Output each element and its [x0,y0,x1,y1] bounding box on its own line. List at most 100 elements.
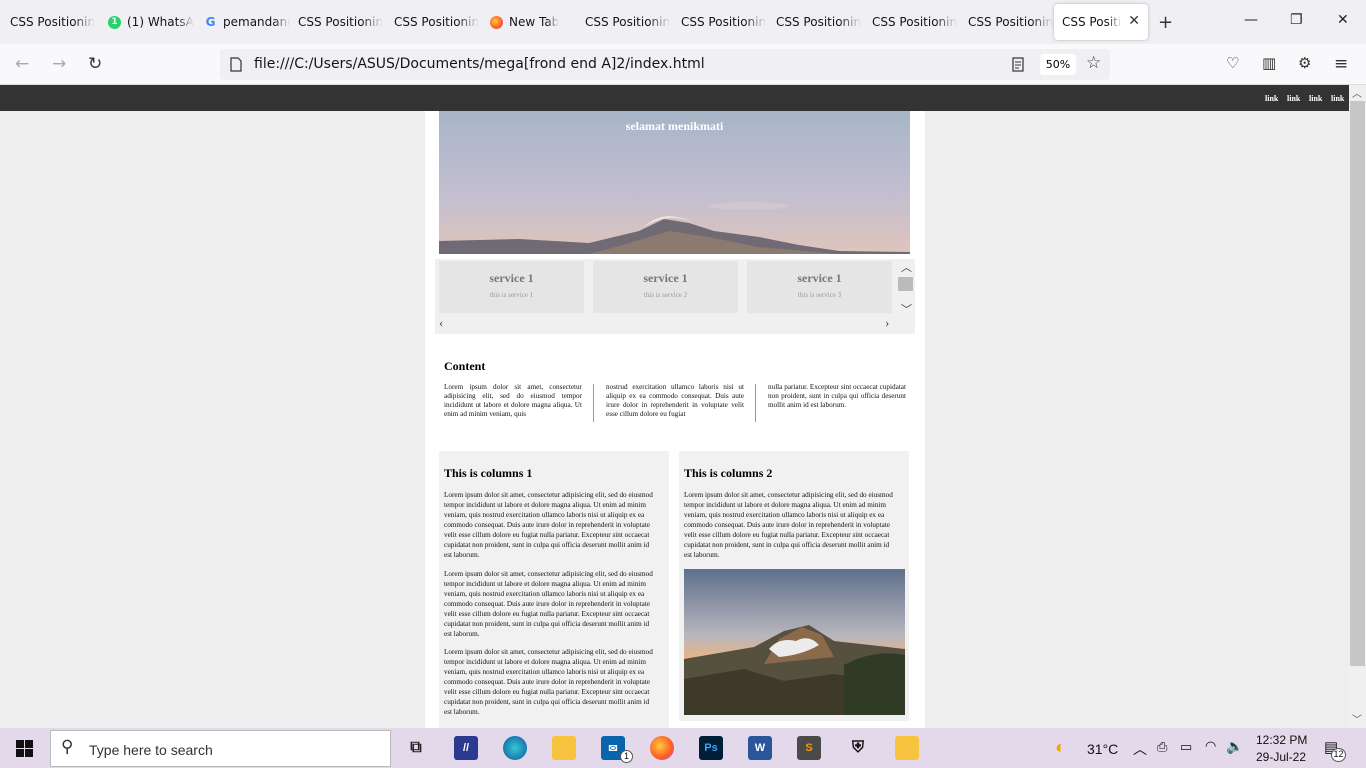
window-close-icon[interactable]: ✕ [1337,12,1349,28]
tab[interactable]: CSS Positionin [864,4,958,40]
back-icon[interactable]: ← [15,54,29,74]
scroll-up-icon[interactable]: ︿ [1352,85,1362,100]
wifi-icon[interactable]: ◠ [1205,738,1216,754]
column-panel-2: This is columns 2 Lorem ipsum dolor sit … [679,451,909,721]
site-header: link link link link [0,85,1349,111]
tab[interactable]: CSS Positionin [768,4,862,40]
page-scroll-thumb[interactable] [1350,101,1365,666]
forward-icon[interactable]: → [52,54,66,74]
tab-label: CSS Positionin [968,15,1054,29]
chevron-up-icon[interactable]: ︿ [1133,739,1147,759]
header-link[interactable]: link [1331,94,1344,103]
tab[interactable]: CSS Positionin [960,4,1054,40]
folder-icon[interactable] [895,736,919,760]
tab-label: CSS Positionin [10,15,96,29]
column-paragraph: Lorem ipsum dolor sit amet, consectetur … [444,491,653,559]
restore-icon[interactable]: ❐ [1290,12,1303,28]
tab-active[interactable]: CSS Positio ✕ [1054,4,1148,40]
scroll-down-icon[interactable]: ﹀ [1352,711,1362,726]
tab-label: CSS Positionin [872,15,958,29]
header-link[interactable]: link [1287,94,1300,103]
task-view-icon[interactable]: ⧉ [404,736,428,760]
taskbar-search-box[interactable]: ⚲ Type here to search [50,730,391,767]
file-icon [230,57,242,72]
tab[interactable]: New Tab [482,4,576,40]
scroll-down-icon[interactable]: ﹀ [901,301,912,317]
tab[interactable]: Gpemandangan [196,4,290,40]
page-scrollbar[interactable]: ︿ ﹀ [1349,85,1366,728]
sidebar-icon[interactable]: ▥ [1262,54,1276,72]
content-title: Content [444,359,486,373]
sublime-text-icon[interactable]: S [797,736,821,760]
page-viewport: link link link link selamat menikmati se… [0,85,1349,728]
service-title: service 1 [489,271,534,285]
address-bar[interactable]: file:///C:/Users/ASUS/Documents/mega[fro… [220,49,1110,80]
tab[interactable]: CSS Positionin [673,4,767,40]
device-icon[interactable]: ⎙ [1157,739,1167,755]
word-icon[interactable]: W [748,736,772,760]
clock-date[interactable]: 29-Jul-22 [1256,750,1306,764]
service-card: service 1 this is service 1 [439,261,584,313]
firefox-icon[interactable] [650,736,674,760]
photoshop-icon[interactable]: Ps [699,736,723,760]
service-card: service 1 this is service 3 [747,261,892,313]
service-title: service 1 [797,271,842,285]
volcano-image [684,569,905,715]
reload-icon[interactable]: ↻ [88,54,102,74]
page-container: selamat menikmati service 1 this is serv… [425,111,925,728]
tab-label: CSS Positionin [776,15,862,29]
tab[interactable]: CSS Positionin [290,4,384,40]
bookmark-star-icon[interactable]: ☆ [1086,53,1101,73]
header-link[interactable]: link [1309,94,1322,103]
column-divider [593,384,594,422]
minimize-icon[interactable]: — [1244,12,1258,28]
extension-icon[interactable]: ⚙ [1298,54,1311,72]
tab-label: CSS Positionin [298,15,384,29]
column-panel-1: This is columns 1 Lorem ipsum dolor sit … [439,451,669,728]
file-explorer-icon[interactable] [552,736,576,760]
tab-label: CSS Positionin [681,15,767,29]
tab[interactable]: CSS Positionin [2,4,96,40]
tab-label: CSS Positio [1062,15,1122,29]
browser-navbar: ← → ↻ file:///C:/Users/ASUS/Documents/me… [0,44,1366,85]
header-link[interactable]: link [1265,94,1278,103]
scroll-left-icon[interactable]: ‹ [439,315,443,331]
column-paragraph: Lorem ipsum dolor sit amet, consectetur … [444,570,653,638]
weather-icon: ◐ [1055,737,1066,757]
clock-time[interactable]: 12:32 PM [1256,733,1307,747]
scroll-right-icon[interactable]: › [885,315,889,331]
tab-label: New Tab [509,15,560,29]
column-paragraph: Lorem ipsum dolor sit amet, consectetur … [444,648,653,716]
column-divider [755,384,756,422]
edge-icon[interactable] [503,736,527,760]
tab[interactable]: CSS Positionin [577,4,671,40]
close-tab-icon[interactable]: ✕ [1128,13,1140,29]
vertical-scroll-thumb[interactable] [898,277,913,291]
tab[interactable]: 1 (1) WhatsApp [100,4,194,40]
battery-icon[interactable]: ▭ [1180,739,1192,755]
column-paragraph: Lorem ipsum dolor sit amet, consectetur … [684,491,893,559]
notification-count: 12 [1331,748,1346,762]
tab-label: CSS Positionin [585,15,671,29]
service-title: service 1 [643,271,688,285]
zoom-level-badge[interactable]: 50% [1040,54,1076,75]
security-shield-icon[interactable]: ⛨ [846,736,870,760]
tab[interactable]: CSS Positionin [386,4,480,40]
pocket-icon[interactable]: ♡ [1226,54,1239,72]
windows-taskbar: ⚲ Type here to search ⧉ // ✉ 1 Ps W S ⛨ … [0,728,1366,768]
app-icon[interactable]: // [454,736,478,760]
windows-start-icon[interactable] [16,740,33,757]
hero-banner: selamat menikmati [439,111,910,254]
menu-icon[interactable]: ≡ [1334,54,1348,74]
hero-title: selamat menikmati [625,119,724,133]
new-tab-icon[interactable]: + [1158,12,1173,33]
scroll-up-icon[interactable]: ︿ [901,259,912,275]
reader-view-icon[interactable] [1012,57,1024,72]
content-column: nulla pariatur. Excepteur sint occaecat … [768,383,906,409]
tab-label: CSS Positionin [394,15,480,29]
services-scroll-box[interactable]: service 1 this is service 1 service 1 th… [435,259,915,334]
temperature[interactable]: 31°C [1087,741,1118,757]
column-title: This is columns 1 [444,466,533,480]
url-text[interactable]: file:///C:/Users/ASUS/Documents/mega[fro… [254,56,705,72]
volume-icon[interactable]: 🔈 [1226,738,1243,755]
